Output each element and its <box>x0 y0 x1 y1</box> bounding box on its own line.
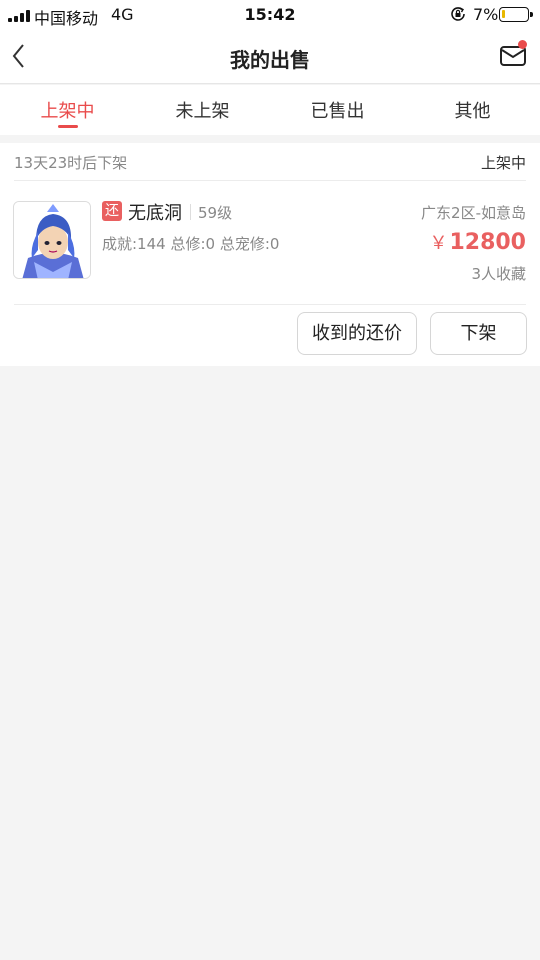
tab-label: 上架中 <box>40 101 95 122</box>
divider <box>14 304 526 305</box>
character-level: 59级 <box>198 204 233 222</box>
currency-symbol: ￥ <box>429 233 448 254</box>
received-offers-button[interactable]: 收到的还价 <box>297 312 417 355</box>
character-name: 无底洞 <box>128 203 182 224</box>
character-avatar[interactable] <box>13 201 91 279</box>
tab-sold[interactable]: 已售出 <box>270 85 405 135</box>
tab-other[interactable]: 其他 <box>405 85 540 135</box>
mail-button[interactable] <box>498 40 530 72</box>
battery-percent: 7% <box>473 5 499 24</box>
rotation-lock-icon <box>451 7 465 21</box>
nav-bar: 我的出售 <box>0 30 540 84</box>
tab-label: 已售出 <box>310 101 365 122</box>
active-tab-indicator <box>58 125 78 128</box>
tab-listed[interactable]: 上架中 <box>0 85 135 135</box>
status-bar: 中国移动 4G 15:42 7% <box>0 0 540 30</box>
listing-status: 上架中 <box>480 154 526 172</box>
page-title: 我的出售 <box>230 48 310 72</box>
delist-button[interactable]: 下架 <box>430 312 527 355</box>
server-name: 广东2区-如意岛 <box>421 204 526 222</box>
tab-label: 其他 <box>454 101 491 122</box>
listing-card: 13天23时后下架 上架中 还 无底洞 59级 成就:144 总修:0 总宠修:… <box>0 143 540 366</box>
notification-dot <box>518 40 527 49</box>
price-value: 12800 <box>449 230 526 255</box>
listing-header: 13天23时后下架 上架中 <box>14 143 526 181</box>
battery-icon <box>499 7 533 22</box>
bargain-badge: 还 <box>102 201 122 221</box>
character-portrait-icon <box>14 202 90 278</box>
listing-price: ￥12800 <box>429 229 526 255</box>
favorite-count: 3人收藏 <box>471 265 526 283</box>
tab-label: 未上架 <box>175 101 230 122</box>
character-stats: 成就:144 总修:0 总宠修:0 <box>102 235 280 253</box>
divider <box>190 204 191 220</box>
delist-countdown: 13天23时后下架 <box>14 154 128 172</box>
tab-unlisted[interactable]: 未上架 <box>135 85 270 135</box>
tab-bar: 上架中 未上架 已售出 其他 <box>0 85 540 135</box>
